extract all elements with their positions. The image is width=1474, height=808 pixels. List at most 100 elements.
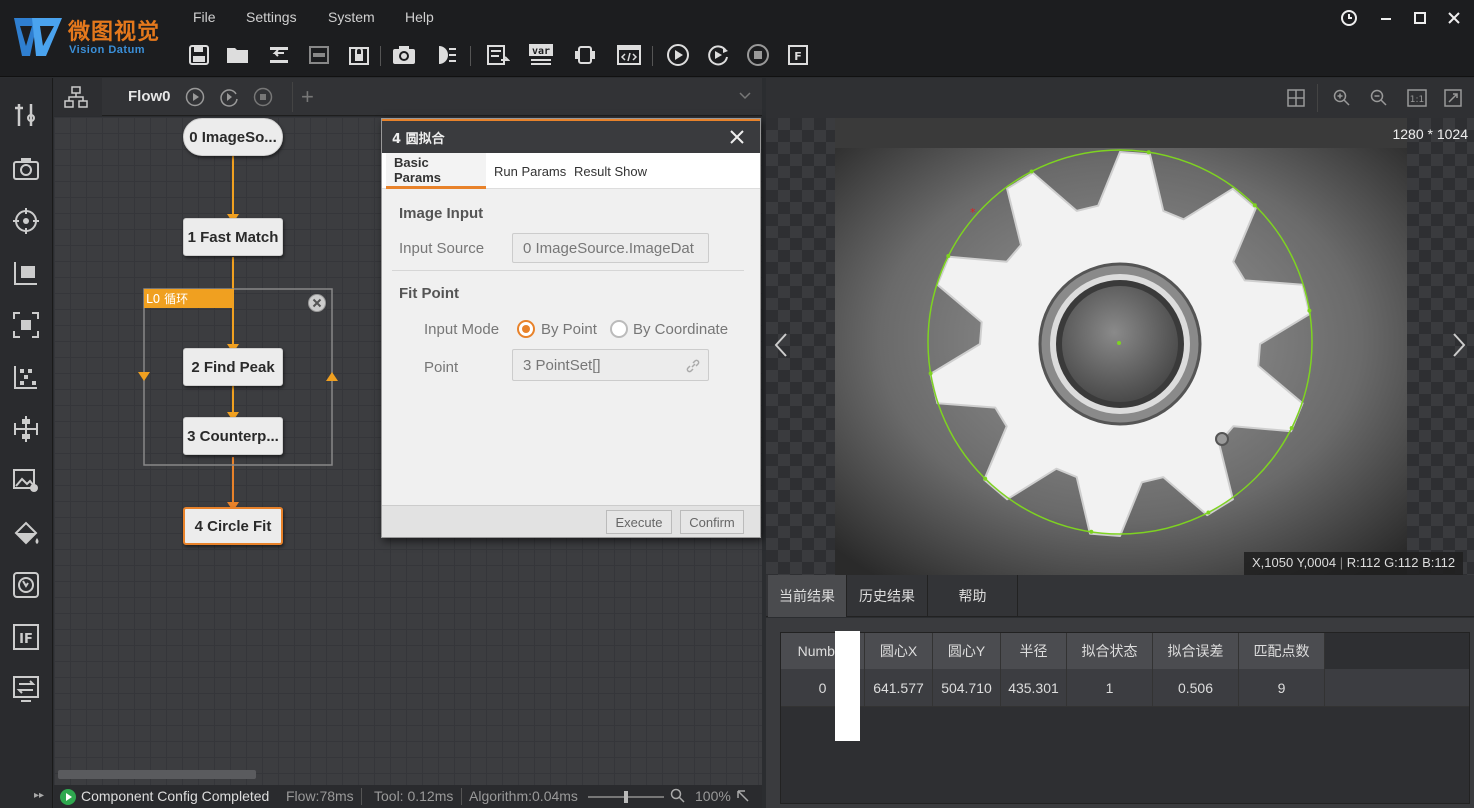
calibration-icon[interactable] [11, 362, 41, 392]
defect-icon[interactable] [11, 570, 41, 600]
tab-history-results[interactable]: 历史结果 [847, 575, 928, 617]
menu-system[interactable]: System [328, 9, 375, 25]
column-header[interactable]: 半径 [1001, 633, 1067, 669]
toolbar-separator [470, 46, 471, 66]
fit-window-icon[interactable] [1444, 89, 1462, 107]
image-view[interactable]: * 1280 * 1024 X,1050 Y,0004 | R:112 G:11… [766, 118, 1474, 575]
lock-icon[interactable] [346, 42, 372, 68]
flow-loop-run-icon[interactable] [219, 87, 239, 107]
actual-size-icon[interactable]: 1:1 [1407, 89, 1427, 107]
color-fill-icon[interactable] [11, 518, 41, 548]
tab-help[interactable]: 帮助 [928, 575, 1018, 617]
camera-icon[interactable] [11, 154, 41, 184]
zoom-slider[interactable] [588, 791, 664, 803]
close-icon[interactable] [1444, 8, 1466, 28]
svg-text:IF: IF [19, 632, 33, 647]
save-icon[interactable] [186, 42, 212, 68]
export-icon[interactable] [306, 42, 332, 68]
toolbar-divider [1317, 84, 1318, 112]
loop-close-icon[interactable] [307, 293, 327, 313]
menu-help[interactable]: Help [405, 9, 434, 25]
grid-icon[interactable] [1287, 89, 1305, 107]
point-field[interactable]: 3 PointSet[] [512, 349, 709, 381]
camera-icon[interactable] [391, 42, 417, 68]
minimize-icon[interactable] [1376, 8, 1398, 28]
frame-icon[interactable]: F [785, 42, 811, 68]
image-process-icon[interactable] [11, 466, 41, 496]
prev-image-icon[interactable] [774, 332, 788, 358]
circle-fit-dialog: 4 圆拟合 Basic Params Run Params Result Sho… [381, 118, 761, 538]
flow-tree-icon[interactable] [54, 78, 102, 116]
confirm-button[interactable]: Confirm [680, 510, 744, 534]
flow-node-image-source[interactable]: 0 ImageSo... [183, 118, 283, 156]
close-icon[interactable] [728, 128, 746, 146]
zoom-in-icon[interactable] [1333, 89, 1351, 107]
flow-node-fast-match[interactable]: 1 Fast Match [183, 218, 283, 256]
chevron-down-icon[interactable] [738, 90, 752, 102]
tab-result-show[interactable]: Result Show [566, 153, 655, 189]
global-light-icon[interactable] [434, 42, 460, 68]
open-folder-icon[interactable] [225, 42, 251, 68]
save-as-icon[interactable] [266, 42, 292, 68]
flow-node-circle-fit[interactable]: 4 Circle Fit [183, 507, 283, 545]
flow-stop-icon[interactable] [253, 87, 273, 107]
zoom-out-icon[interactable] [1370, 89, 1388, 107]
column-header[interactable]: 圆心X [865, 633, 933, 669]
tab-basic-params[interactable]: Basic Params [386, 153, 486, 189]
column-header[interactable]: 拟合误差 [1153, 633, 1239, 669]
table-cell: 1 [1067, 669, 1153, 707]
maximize-icon[interactable] [1410, 8, 1432, 28]
fit-point [1307, 308, 1312, 313]
flow-header: Flow0 + [54, 78, 762, 116]
script-icon[interactable] [616, 42, 642, 68]
controller-icon[interactable] [572, 42, 598, 68]
column-header[interactable]: 拟合状态 [1067, 633, 1153, 669]
fit-arrow-icon[interactable] [736, 789, 750, 803]
variable-icon[interactable]: var [528, 42, 554, 68]
flow-node-find-peak[interactable]: 2 Find Peak [183, 348, 283, 386]
status-bar: Component Config Completed Flow:78ms Too… [54, 785, 762, 808]
logic-if-icon[interactable]: IF [11, 622, 41, 652]
menu-settings[interactable]: Settings [246, 9, 297, 25]
wrench-icon[interactable] [11, 100, 41, 130]
expand-arrows-icon[interactable]: ▸▸ [34, 790, 44, 801]
column-header[interactable]: 圆心Y [933, 633, 1001, 669]
flow-node-counterpoint[interactable]: 3 Counterp... [183, 417, 283, 455]
status-divider [361, 788, 362, 805]
dialog-title-bar: 4 圆拟合 [382, 119, 760, 153]
add-flow-icon[interactable]: + [301, 86, 314, 108]
radio-by-point[interactable] [517, 320, 535, 338]
horizontal-scrollbar[interactable] [58, 770, 256, 779]
tab-current-results[interactable]: 当前结果 [768, 575, 847, 617]
radio-by-coordinate[interactable] [610, 320, 628, 338]
align-icon[interactable] [11, 414, 41, 444]
menu-file[interactable]: File [193, 9, 216, 25]
loop-label[interactable]: L0 循环 [144, 289, 234, 308]
run-once-icon[interactable] [665, 42, 691, 68]
flow-run-icon[interactable] [185, 87, 205, 107]
next-image-icon[interactable] [1452, 332, 1466, 358]
clock-icon[interactable] [1339, 8, 1361, 28]
by-coordinate-label[interactable]: By Coordinate [633, 321, 728, 338]
flow-tab-title[interactable]: Flow0 [128, 88, 171, 105]
execute-button[interactable]: Execute [606, 510, 672, 534]
zoom-slider-handle[interactable] [624, 791, 628, 803]
table-cell: 0.506 [1153, 669, 1239, 707]
pixel-rgb: R:112 G:112 B:112 [1346, 555, 1456, 570]
target-icon[interactable] [11, 206, 41, 236]
svg-text:var: var [532, 46, 550, 57]
column-header[interactable]: 匹配点数 [1239, 633, 1325, 669]
communication-icon[interactable] [11, 674, 41, 704]
zoom-icon[interactable] [670, 788, 686, 804]
roi-icon[interactable] [11, 310, 41, 340]
stop-icon[interactable] [745, 42, 771, 68]
communication-icon[interactable] [485, 42, 511, 68]
link-icon[interactable] [685, 358, 701, 374]
input-source-field[interactable]: 0 ImageSource.ImageDat [512, 233, 709, 263]
by-point-label[interactable]: By Point [541, 321, 597, 338]
pixel-coords: X,1050 Y,0004 [1252, 555, 1337, 570]
tab-run-params[interactable]: Run Params [486, 153, 574, 189]
measure-icon[interactable] [11, 258, 41, 288]
status-divider [461, 788, 462, 805]
run-continuous-icon[interactable] [705, 42, 731, 68]
